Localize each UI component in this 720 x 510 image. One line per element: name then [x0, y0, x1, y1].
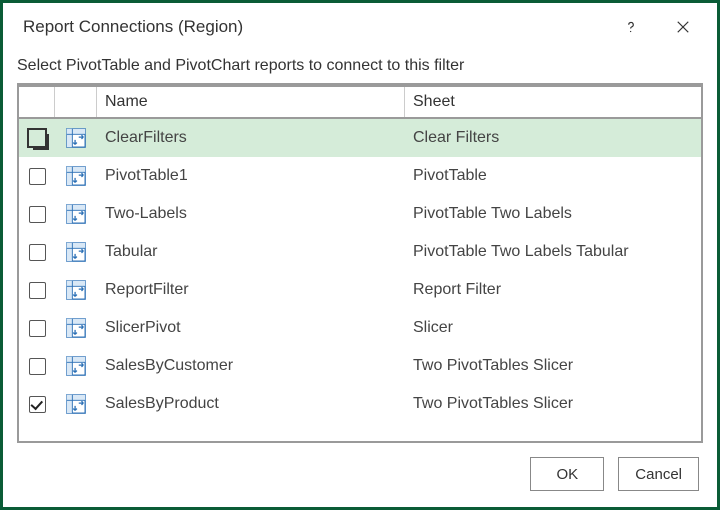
row-sheet: PivotTable Two Labels	[405, 195, 701, 233]
table-row[interactable]: ClearFiltersClear Filters	[19, 119, 701, 157]
report-grid: Name Sheet ClearFiltersClear FiltersPivo…	[17, 83, 703, 443]
pivottable-icon	[55, 157, 97, 195]
row-sheet: PivotTable Two Labels Tabular	[405, 233, 701, 271]
row-checkbox[interactable]	[19, 157, 55, 195]
checkbox-icon[interactable]	[29, 320, 46, 337]
ok-button[interactable]: OK	[530, 457, 604, 491]
instruction-text: Select PivotTable and PivotChart reports…	[3, 51, 717, 83]
row-name: PivotTable1	[97, 157, 405, 195]
pivottable-icon	[55, 271, 97, 309]
close-icon[interactable]	[669, 13, 697, 41]
row-name: ClearFilters	[97, 119, 405, 157]
row-sheet: Slicer	[405, 309, 701, 347]
row-sheet: Report Filter	[405, 271, 701, 309]
titlebar-controls	[617, 13, 705, 41]
pivottable-icon	[55, 309, 97, 347]
selection-indicator-icon	[27, 128, 47, 148]
row-checkbox[interactable]	[19, 309, 55, 347]
pivottable-icon	[55, 119, 97, 157]
checkbox-icon[interactable]	[29, 244, 46, 261]
row-sheet: Two PivotTables Slicer	[405, 385, 701, 423]
titlebar: Report Connections (Region)	[3, 3, 717, 51]
checkbox-icon[interactable]	[29, 206, 46, 223]
row-sheet: Clear Filters	[405, 119, 701, 157]
table-row[interactable]: SalesByCustomerTwo PivotTables Slicer	[19, 347, 701, 385]
grid-body: ClearFiltersClear FiltersPivotTable1Pivo…	[19, 119, 701, 441]
row-checkbox[interactable]	[19, 119, 55, 157]
pivottable-icon	[55, 347, 97, 385]
header-name[interactable]: Name	[97, 87, 405, 117]
row-checkbox[interactable]	[19, 271, 55, 309]
row-name: SalesByCustomer	[97, 347, 405, 385]
cancel-button[interactable]: Cancel	[618, 457, 699, 491]
row-checkbox[interactable]	[19, 233, 55, 271]
checkbox-icon[interactable]	[29, 282, 46, 299]
table-row[interactable]: TabularPivotTable Two Labels Tabular	[19, 233, 701, 271]
table-row[interactable]: ReportFilterReport Filter	[19, 271, 701, 309]
row-checkbox[interactable]	[19, 347, 55, 385]
row-name: Two-Labels	[97, 195, 405, 233]
header-sheet[interactable]: Sheet	[405, 87, 701, 117]
table-row[interactable]: PivotTable1PivotTable	[19, 157, 701, 195]
checkbox-icon[interactable]	[29, 396, 46, 413]
row-checkbox[interactable]	[19, 195, 55, 233]
help-icon[interactable]	[617, 13, 645, 41]
row-name: ReportFilter	[97, 271, 405, 309]
checkbox-icon[interactable]	[29, 168, 46, 185]
row-name: Tabular	[97, 233, 405, 271]
table-row[interactable]: SalesByProductTwo PivotTables Slicer	[19, 385, 701, 423]
header-checkbox-col	[19, 87, 55, 117]
row-sheet: Two PivotTables Slicer	[405, 347, 701, 385]
pivottable-icon	[55, 385, 97, 423]
pivottable-icon	[55, 233, 97, 271]
pivottable-icon	[55, 195, 97, 233]
checkbox-icon[interactable]	[29, 358, 46, 375]
table-row[interactable]: SlicerPivotSlicer	[19, 309, 701, 347]
table-row[interactable]: Two-LabelsPivotTable Two Labels	[19, 195, 701, 233]
header-icon-col	[55, 87, 97, 117]
row-name: SlicerPivot	[97, 309, 405, 347]
dialog-title: Report Connections (Region)	[23, 17, 617, 37]
grid-header: Name Sheet	[19, 87, 701, 119]
dialog-window: Report Connections (Region) Select Pivot…	[0, 0, 720, 510]
row-sheet: PivotTable	[405, 157, 701, 195]
row-name: SalesByProduct	[97, 385, 405, 423]
row-checkbox[interactable]	[19, 385, 55, 423]
dialog-footer: OK Cancel	[3, 443, 717, 507]
